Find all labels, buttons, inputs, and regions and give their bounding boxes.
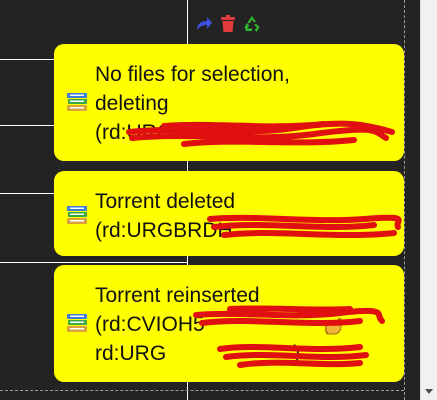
row-action-toolbar [195,14,261,34]
grid-row-line [0,262,187,263]
toast-message-fragment: rd:URG [95,342,167,365]
toast-message-line: (rd:CVIOH5 [95,313,205,336]
grid-row-line [0,390,404,391]
notification-toast[interactable]: Torrent reinserted (rd:CVIOH5 rd:URG) [54,265,404,382]
books-icon [67,93,87,111]
hand-pointing-icon [325,318,342,335]
toast-message-line: rd:URG) [95,339,394,368]
toast-message-line: No files for selection, [95,63,290,86]
redo-arrow-icon[interactable] [195,15,213,33]
notification-toast[interactable]: No files for selection, deleting (rd:URG… [54,44,404,161]
grid-column-line [404,0,405,400]
notification-toast[interactable]: Torrent deleted (rd:URGBRDH [54,171,404,256]
recycle-icon[interactable] [243,15,261,33]
toast-message-line: (rd:URGBI [95,121,194,144]
vertical-scrollbar[interactable] [420,0,437,400]
toast-message-line: Torrent deleted [95,190,236,213]
toast-message-line: Torrent reinserted [95,284,260,307]
toast-message-fragment: ) [293,342,301,365]
books-icon [67,206,87,224]
toast-message-line: deleting [95,92,169,115]
books-icon [67,314,87,332]
trash-icon[interactable] [219,15,237,33]
scroll-down-arrow-icon[interactable] [425,389,433,394]
toast-message-line: (rd:URGBRDH [95,219,233,242]
